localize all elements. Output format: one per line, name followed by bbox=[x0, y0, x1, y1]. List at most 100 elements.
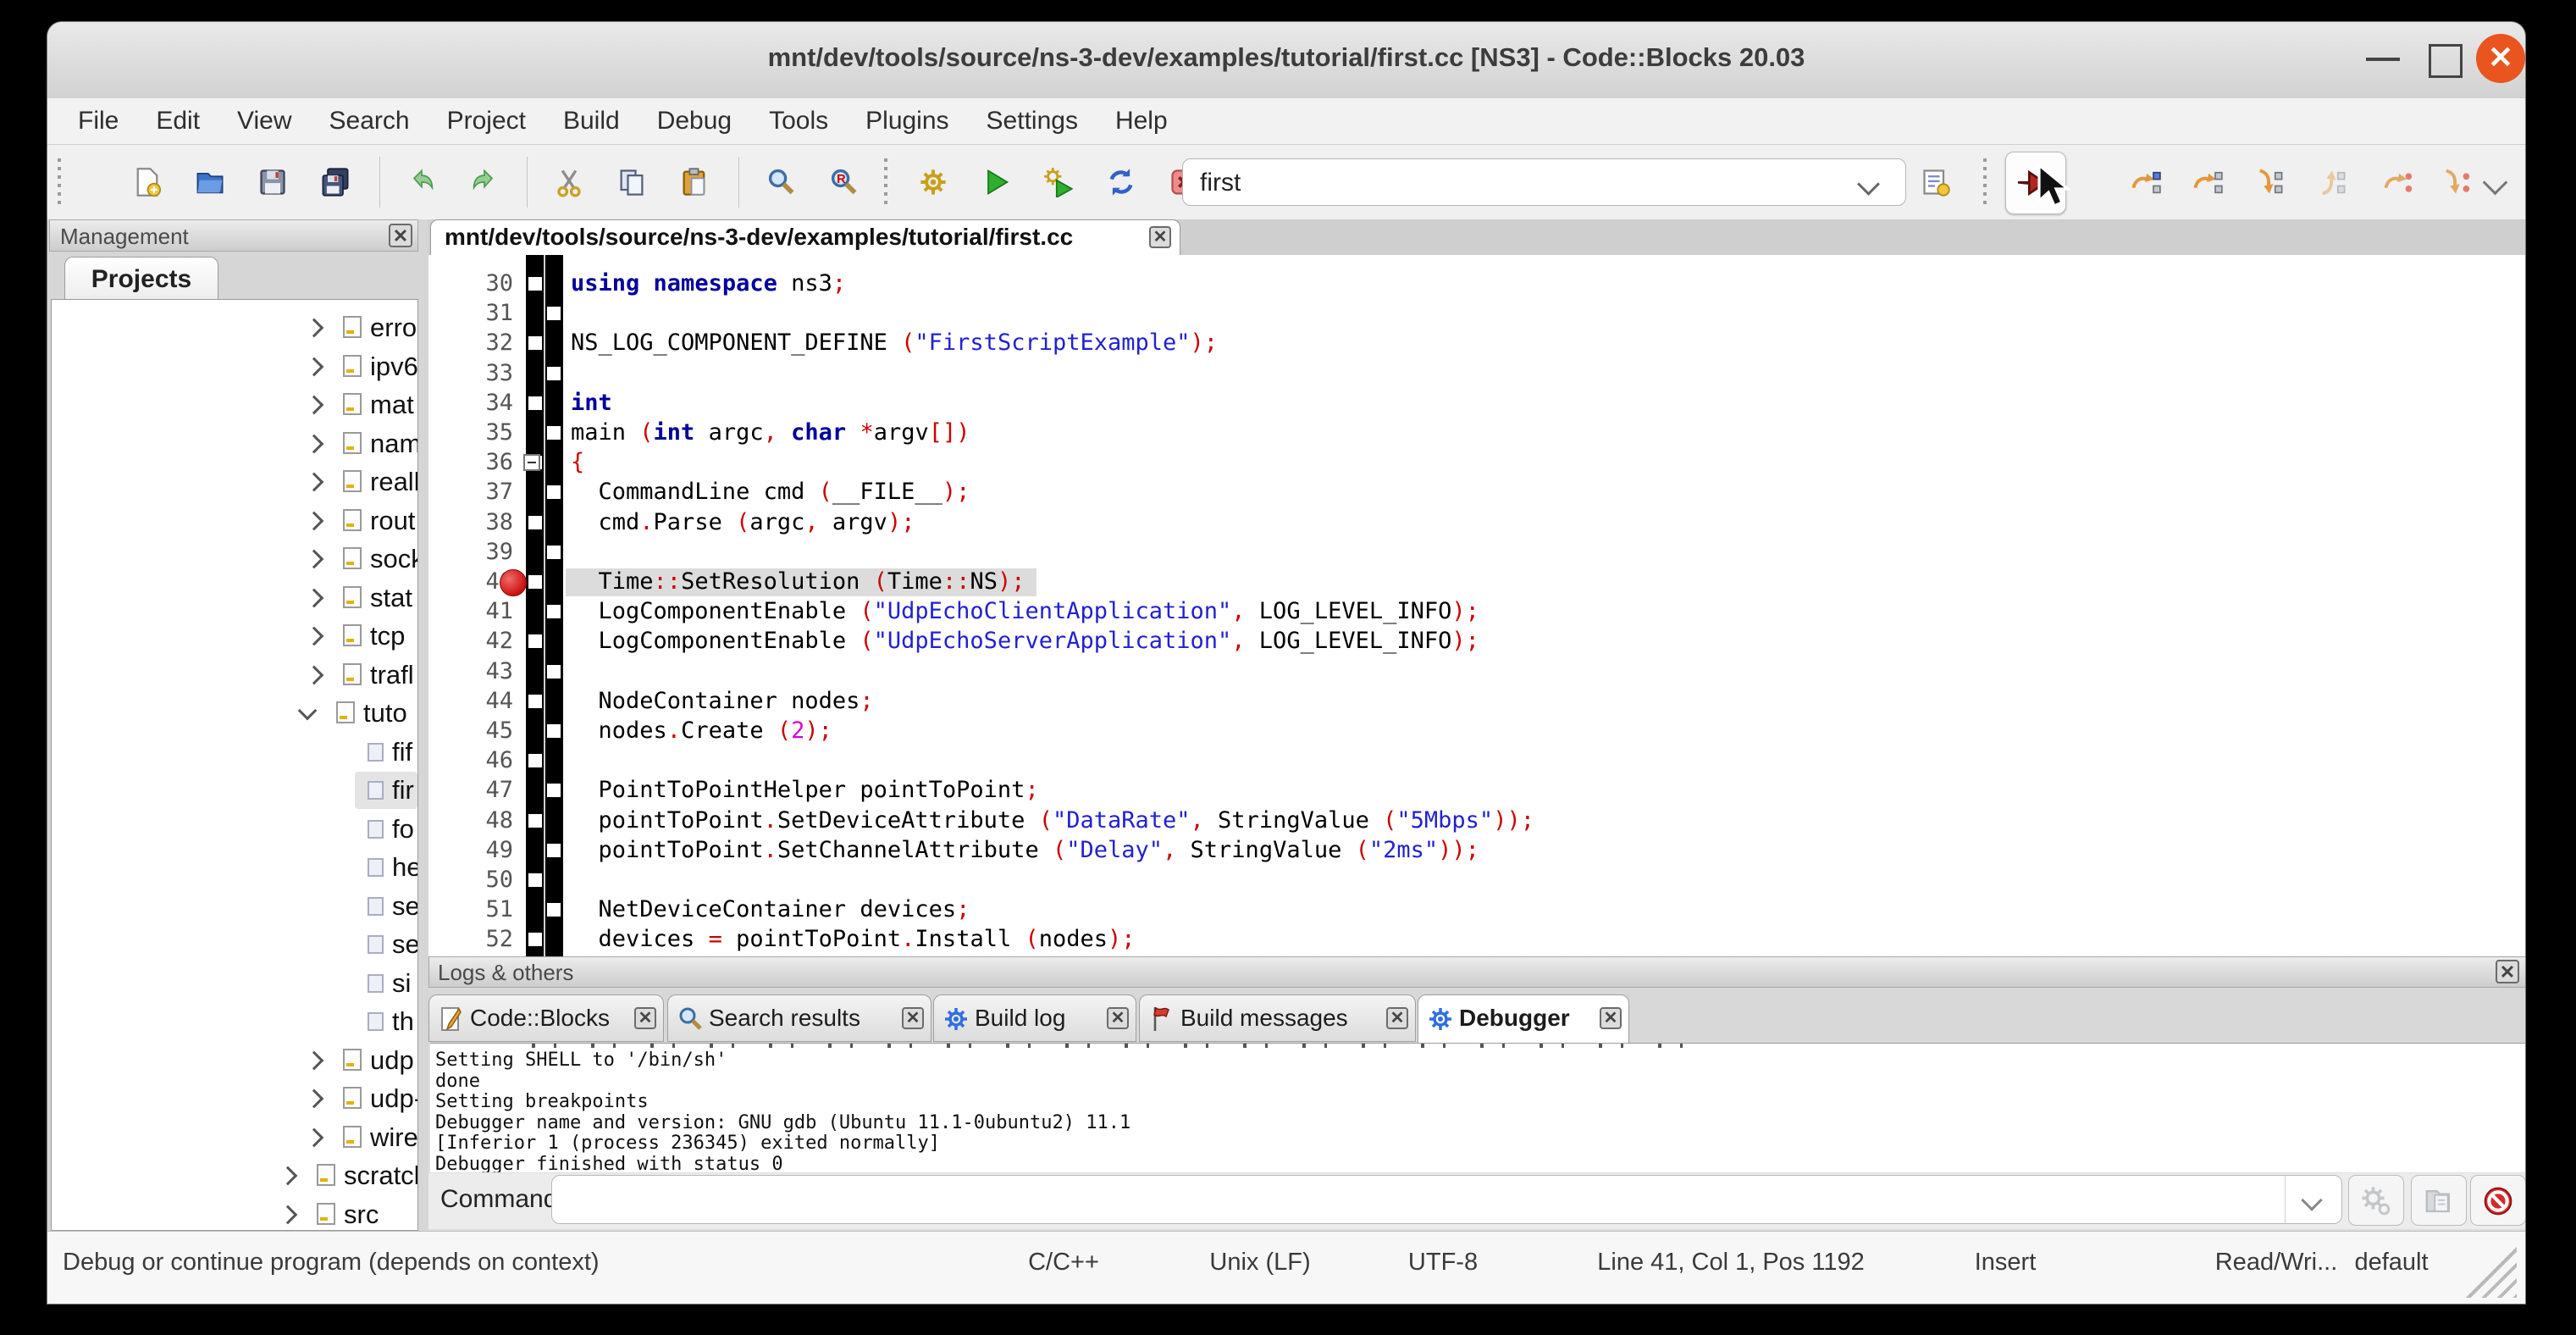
code-line-46[interactable]: 46 bbox=[428, 745, 2526, 776]
chevron-right-icon[interactable] bbox=[305, 665, 324, 684]
menu-edit[interactable]: Edit bbox=[137, 107, 218, 136]
tree-item-fir[interactable]: fir bbox=[52, 773, 417, 811]
chevron-right-icon[interactable] bbox=[305, 357, 324, 376]
build-and-run-icon[interactable] bbox=[1043, 167, 1074, 197]
chevron-down-icon[interactable] bbox=[2301, 1189, 2322, 1210]
code-line-42[interactable]: 42 LogComponentEnable ("UdpEchoServerApp… bbox=[428, 626, 2526, 656]
save-all-icon[interactable] bbox=[320, 167, 351, 197]
chevron-down-icon[interactable] bbox=[298, 701, 318, 721]
tree-item-si[interactable]: si bbox=[52, 967, 417, 1004]
code-line-35[interactable]: 35main (int argc, char *argv[]) bbox=[428, 418, 2526, 448]
code-line-50[interactable]: 50 bbox=[428, 865, 2526, 895]
tree-item-nam[interactable]: nam bbox=[52, 427, 417, 464]
menu-help[interactable]: Help bbox=[1097, 107, 1186, 136]
tree-item-src[interactable]: src bbox=[52, 1198, 417, 1232]
code-line-39[interactable]: 39 bbox=[428, 537, 2526, 568]
code-line-45[interactable]: 45 nodes.Create (2); bbox=[428, 716, 2526, 746]
menu-file[interactable]: File bbox=[59, 107, 137, 136]
toolbar-grip[interactable] bbox=[1983, 158, 1987, 206]
tab-close-icon[interactable]: ✕ bbox=[1107, 1007, 1129, 1029]
new-file-icon[interactable] bbox=[132, 167, 163, 197]
tab-close-icon[interactable]: ✕ bbox=[634, 1007, 656, 1029]
code-line-40[interactable]: 40 Time::SetResolution (Time::NS); bbox=[428, 567, 2526, 597]
tree-item-reall[interactable]: reall bbox=[52, 465, 417, 502]
cut-icon[interactable] bbox=[554, 167, 584, 197]
rebuild-icon[interactable] bbox=[1106, 167, 1136, 197]
code-line-47[interactable]: 47 PointToPointHelper pointToPoint; bbox=[428, 775, 2526, 806]
tab-search-results[interactable]: Search results ✕ bbox=[667, 994, 931, 1042]
code-line-37[interactable]: 37 CommandLine cmd (__FILE__); bbox=[428, 477, 2526, 507]
tree-item-rout[interactable]: rout bbox=[52, 504, 417, 541]
paste-icon[interactable] bbox=[679, 167, 710, 197]
management-close-icon[interactable]: ✕ bbox=[389, 224, 412, 247]
menu-settings[interactable]: Settings bbox=[968, 107, 1097, 136]
tab-debugger[interactable]: Debugger ✕ bbox=[1418, 994, 1629, 1044]
editor-tab-first-cc[interactable]: mnt/dev/tools/source/ns-3-dev/examples/t… bbox=[430, 219, 1180, 255]
close-icon[interactable]: ✕ bbox=[2476, 34, 2525, 83]
command-input[interactable] bbox=[551, 1175, 2342, 1224]
titlebar[interactable]: mnt/dev/tools/source/ns-3-dev/examples/t… bbox=[47, 22, 2525, 99]
tree-item-trafl[interactable]: trafl bbox=[52, 658, 417, 695]
toolbar-grip[interactable] bbox=[884, 158, 887, 206]
minimize-icon[interactable] bbox=[2366, 58, 2400, 61]
copy-log-button[interactable] bbox=[2411, 1175, 2467, 1226]
tree-item-mat[interactable]: mat bbox=[52, 388, 417, 425]
tree-item-th[interactable]: th bbox=[52, 1005, 417, 1042]
build-target-select[interactable]: first bbox=[1182, 158, 1906, 206]
menu-plugins[interactable]: Plugins bbox=[847, 107, 967, 136]
chevron-right-icon[interactable] bbox=[279, 1205, 298, 1224]
code-line-51[interactable]: 51 NetDeviceContainer devices; bbox=[428, 895, 2526, 925]
chevron-right-icon[interactable] bbox=[305, 588, 324, 607]
step-into-icon[interactable] bbox=[2254, 167, 2285, 197]
code-line-32[interactable]: 32NS_LOG_COMPONENT_DEFINE ("FirstScriptE… bbox=[428, 328, 2526, 358]
menu-search[interactable]: Search bbox=[311, 107, 428, 136]
tree-item-erro[interactable]: erro bbox=[52, 311, 417, 348]
stop-debugger-button[interactable] bbox=[2470, 1175, 2526, 1226]
replace-icon[interactable]: R bbox=[828, 167, 859, 197]
tab-close-icon[interactable]: ✕ bbox=[1386, 1007, 1408, 1029]
chevron-right-icon[interactable] bbox=[305, 396, 324, 415]
chevron-right-icon[interactable] bbox=[305, 473, 324, 492]
code-line-38[interactable]: 38 cmd.Parse (argc, argv); bbox=[428, 507, 2526, 538]
code-line-34[interactable]: 34int bbox=[428, 388, 2526, 418]
debugger-settings-button[interactable] bbox=[2348, 1175, 2404, 1226]
code-line-36[interactable]: 36{ bbox=[428, 447, 2526, 478]
find-icon[interactable] bbox=[766, 167, 796, 197]
tree-item-fo[interactable]: fo bbox=[52, 812, 417, 850]
tree-item-ipv6[interactable]: ipv6 bbox=[52, 350, 417, 387]
open-file-icon[interactable] bbox=[195, 167, 225, 197]
redo-icon[interactable] bbox=[469, 167, 500, 197]
editor-tab-close-icon[interactable]: ✕ bbox=[1149, 226, 1171, 248]
tree-item-udp[interactable]: udp bbox=[52, 1044, 417, 1081]
tree-item-se[interactable]: se bbox=[52, 889, 417, 927]
tree-item-he[interactable]: he bbox=[52, 850, 417, 888]
maximize-icon[interactable] bbox=[2429, 44, 2463, 78]
tree-item-stat[interactable]: stat bbox=[52, 581, 417, 618]
menu-view[interactable]: View bbox=[218, 107, 310, 136]
toolbar-grip[interactable] bbox=[58, 158, 61, 206]
chevron-right-icon[interactable] bbox=[305, 1127, 324, 1147]
run-icon[interactable] bbox=[981, 167, 1011, 197]
tab-codeblocks-log[interactable]: Code::Blocks ✕ bbox=[428, 994, 664, 1042]
run-to-cursor-icon[interactable] bbox=[2131, 167, 2161, 197]
menu-debug[interactable]: Debug bbox=[638, 107, 750, 136]
code-line-44[interactable]: 44 NodeContainer nodes; bbox=[428, 686, 2526, 717]
chevron-right-icon[interactable] bbox=[305, 550, 324, 569]
tree-item-sock[interactable]: sock bbox=[52, 542, 417, 579]
tree-item-wire[interactable]: wire bbox=[52, 1121, 417, 1158]
code-line-49[interactable]: 49 pointToPoint.SetChannelAttribute ("De… bbox=[428, 835, 2526, 866]
tree-item-tcp[interactable]: tcp bbox=[52, 619, 417, 656]
code-line-52[interactable]: 52 devices = pointToPoint.Install (nodes… bbox=[428, 924, 2526, 955]
save-file-icon[interactable] bbox=[257, 167, 288, 197]
tree-item-scratch[interactable]: scratch bbox=[52, 1159, 417, 1196]
build-target-options-icon[interactable] bbox=[1921, 167, 1951, 197]
chevron-right-icon[interactable] bbox=[305, 319, 324, 338]
logs-close-icon[interactable]: ✕ bbox=[2496, 960, 2519, 983]
chevron-right-icon[interactable] bbox=[305, 1050, 324, 1070]
chevron-right-icon[interactable] bbox=[279, 1166, 298, 1186]
chevron-right-icon[interactable] bbox=[305, 1089, 324, 1109]
menu-project[interactable]: Project bbox=[428, 107, 544, 136]
breakpoint-icon[interactable] bbox=[500, 569, 527, 596]
tab-projects[interactable]: Projects bbox=[64, 257, 218, 302]
code-line-43[interactable]: 43 bbox=[428, 656, 2526, 687]
